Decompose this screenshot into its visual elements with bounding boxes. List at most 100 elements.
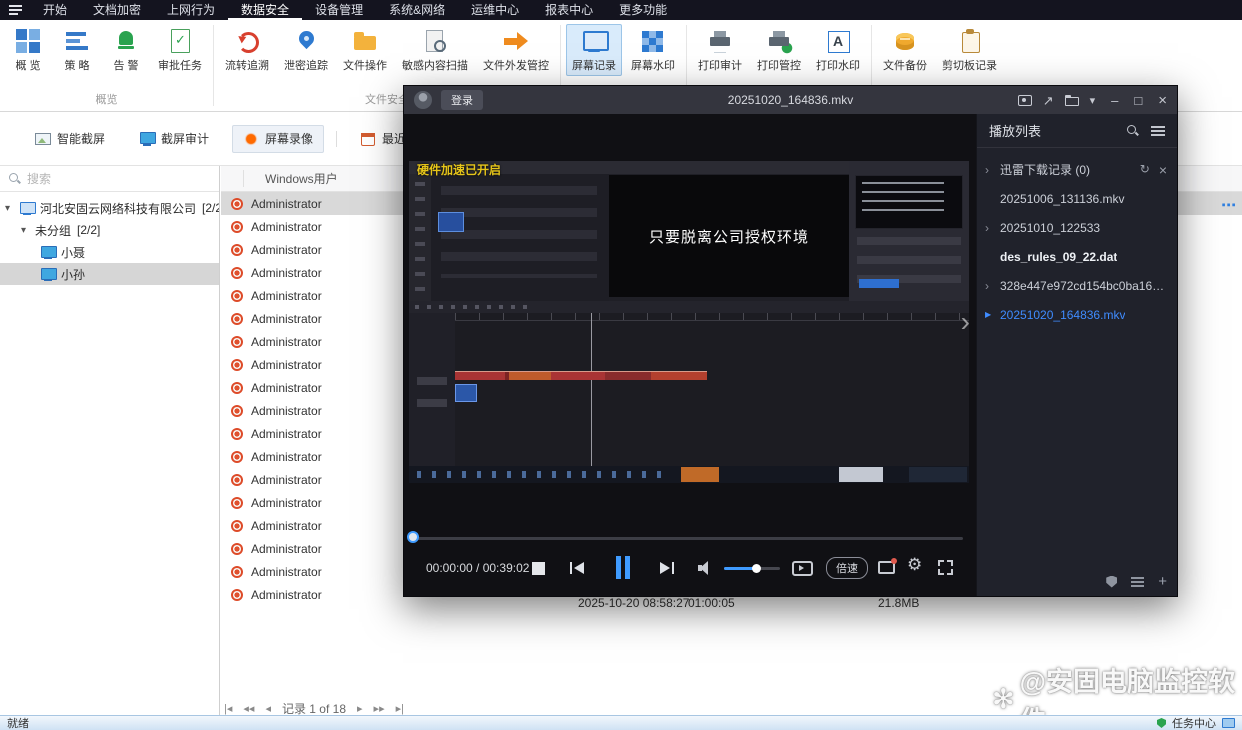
minimize-button[interactable] [1111, 94, 1118, 107]
playlist-item[interactable]: 20251006_131136.mkv [977, 184, 1177, 213]
app-menu-button[interactable] [0, 0, 30, 20]
sidebar: 河北安固云网络科技有限公司 [2/2] 未分组 [2/2] 小聂 小孙 [0, 166, 220, 715]
ribbon-item-screen-watermark[interactable]: 屏幕水印 [625, 24, 681, 76]
maximize-button[interactable] [1134, 94, 1142, 107]
close-button[interactable] [1158, 93, 1167, 108]
add-button[interactable] [1158, 574, 1167, 589]
search-input[interactable] [27, 172, 211, 186]
progress-bar[interactable] [411, 537, 963, 540]
ribbon-item-print-watermark[interactable]: 打印水印 [810, 24, 866, 76]
login-button[interactable]: 登录 [441, 90, 483, 110]
smart-capture-button[interactable]: 智能截屏 [24, 125, 116, 153]
record-dot-icon [231, 497, 243, 509]
last-page-button[interactable] [396, 702, 404, 715]
volume-slider[interactable] [724, 567, 780, 570]
collapse-arrow-icon[interactable] [5, 203, 15, 214]
screenshot-icon[interactable] [1018, 95, 1032, 106]
settings-gear-icon[interactable] [907, 555, 922, 575]
expand-arrow-icon[interactable] [985, 163, 995, 177]
first-page-button[interactable] [224, 702, 232, 715]
ribbon-item-leak-tracking[interactable]: 泄密追踪 [278, 24, 334, 76]
ribbon-item-screen-record[interactable]: 屏幕记录 [566, 24, 622, 76]
ribbon-item-alert[interactable]: 告 警 [103, 24, 149, 76]
monitor-status-icon[interactable] [1222, 718, 1235, 728]
player-titlebar[interactable]: 登录 20251020_164836.mkv [404, 86, 1177, 114]
menu-item-report-center[interactable]: 报表中心 [532, 0, 606, 20]
ribbon-item-sensitive-scan[interactable]: 敏感内容扫描 [396, 24, 474, 76]
ribbon-item-file-backup[interactable]: 文件备份 [877, 24, 933, 76]
playlist-search-icon[interactable] [1126, 124, 1139, 137]
playlist-item-playing[interactable]: 20251020_164836.mkv [977, 300, 1177, 329]
menu-item-more[interactable]: 更多功能 [606, 0, 680, 20]
tree-node-user-xiaonie[interactable]: 小聂 [0, 241, 219, 263]
playlist-item[interactable]: 20251010_122533 [977, 213, 1177, 242]
menu-item-system-network[interactable]: 系统&网络 [376, 0, 458, 20]
video-area[interactable]: 硬件加速已开启 只要脱离公司授权环境 [404, 114, 976, 596]
pause-button[interactable] [616, 556, 621, 579]
close-icon[interactable] [1159, 162, 1167, 178]
playlist-menu-icon[interactable] [1151, 126, 1165, 136]
playlist-group-thunder-downloads[interactable]: 迅雷下载记录 (0) [977, 155, 1177, 184]
ribbon-item-print-control[interactable]: 打印管控 [751, 24, 807, 76]
ribbon-item-policy[interactable]: 策 略 [54, 24, 100, 76]
ribbon-item-flow-trace[interactable]: 流转追溯 [219, 24, 275, 76]
fast-previous-button[interactable] [243, 702, 254, 715]
cell-file-size: 21.8MB [878, 596, 919, 610]
ribbon-item-clipboard-record[interactable]: 剪切板记录 [936, 24, 1003, 76]
ribbon-item-overview[interactable]: 概 览 [5, 24, 51, 76]
sort-list-icon[interactable] [1131, 577, 1144, 587]
tree-node-company[interactable]: 河北安固云网络科技有限公司 [2/2] [0, 197, 219, 219]
playlist-item[interactable]: 328e447e972cd154bc0ba160... [977, 271, 1177, 300]
menu-item-ops-center[interactable]: 运维中心 [458, 0, 532, 20]
tree-node-ungrouped[interactable]: 未分组 [2/2] [0, 219, 219, 241]
ribbon-item-approval-tasks[interactable]: 审批任务 [152, 24, 208, 76]
row-more-button[interactable] [1221, 196, 1236, 214]
stop-button[interactable] [532, 562, 545, 575]
user-monitor-icon [40, 245, 57, 260]
playback-speed-button[interactable]: 倍速 [826, 557, 868, 579]
expand-arrow-icon[interactable] [985, 279, 995, 293]
tree-node-user-xiaosun-selected[interactable]: 小孙 [0, 263, 219, 285]
record-dot-icon [231, 336, 243, 348]
menu-item-doc-encryption[interactable]: 文档加密 [80, 0, 154, 20]
volume-knob[interactable] [752, 564, 761, 573]
fast-next-button[interactable] [374, 702, 385, 715]
fullscreen-icon[interactable] [938, 560, 953, 575]
previous-page-button[interactable] [265, 702, 271, 715]
recorded-preview-pane: 只要脱离公司授权环境 [609, 175, 849, 297]
expand-arrow-icon[interactable] [985, 221, 995, 235]
next-track-button[interactable] [658, 560, 674, 576]
shield-icon[interactable] [1106, 576, 1117, 588]
capture-audit-button[interactable]: 截屏审计 [128, 125, 220, 153]
approval-doc-icon [166, 28, 194, 54]
avatar[interactable] [414, 91, 432, 109]
menu-item-data-security[interactable]: 数据安全 [228, 0, 302, 20]
company-computer-icon [19, 201, 36, 216]
column-header-windows-user: Windows用户 [265, 170, 338, 187]
ribbon-item-print-audit[interactable]: 打印审计 [692, 24, 748, 76]
video-subtitle-text: 只要脱离公司授权环境 [649, 226, 809, 247]
refresh-icon[interactable] [1140, 162, 1150, 178]
ribbon-item-outgoing-control[interactable]: 文件外发管控 [477, 24, 555, 76]
previous-track-button[interactable] [570, 560, 586, 576]
menu-item-device-mgmt[interactable]: 设备管理 [302, 0, 376, 20]
menu-item-web-behavior[interactable]: 上网行为 [154, 0, 228, 20]
popout-icon[interactable] [1043, 94, 1054, 107]
snapshot-icon[interactable] [878, 561, 895, 574]
cell-start-time: 2025-10-20 08:58:27 [578, 596, 689, 610]
task-center-label[interactable]: 任务中心 [1172, 715, 1216, 730]
screen-recording-button[interactable]: 屏幕录像 [232, 125, 324, 153]
overview-grid-icon [14, 28, 42, 54]
next-page-button[interactable] [357, 702, 363, 715]
playlist-panel: 播放列表 迅雷下载记录 (0) 20251006_131136.mkv 2025… [976, 114, 1177, 596]
next-chevron-icon[interactable] [961, 306, 970, 338]
dropdown-arrow-icon[interactable] [1090, 93, 1096, 107]
menu-item-start[interactable]: 开始 [30, 0, 80, 20]
ribbon-item-file-operations[interactable]: 文件操作 [337, 24, 393, 76]
collapse-arrow-icon[interactable] [21, 225, 31, 236]
open-folder-icon[interactable] [1065, 95, 1079, 106]
volume-icon[interactable] [698, 561, 714, 575]
playlist-item[interactable]: des_rules_09_22.dat [977, 242, 1177, 271]
tv-mode-icon[interactable] [792, 561, 813, 576]
record-dot-icon [231, 382, 243, 394]
